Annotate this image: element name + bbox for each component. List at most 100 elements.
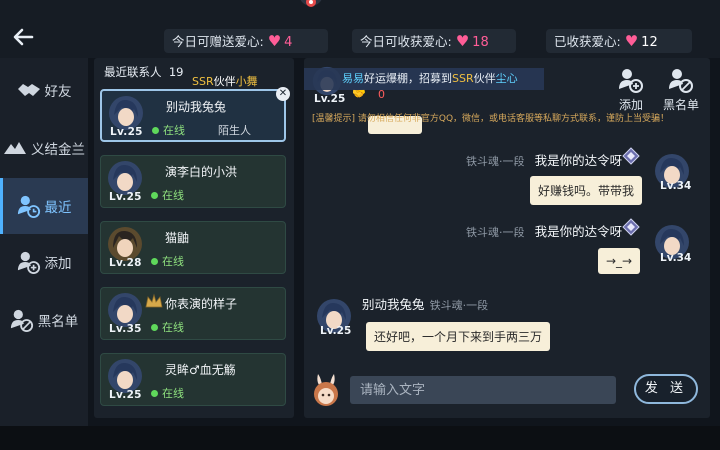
nav-item-friends[interactable]: 好友 [0,62,88,118]
chat-input[interactable] [350,376,616,404]
contact-name: 别动我兔兔 [166,100,227,114]
safety-tip: [温馨提示] 请勿相信任何非官方QQ，微信，或电话客服等私聊方式联系，谨防上当受… [312,114,670,124]
contact-card[interactable]: Lv.28 猫鼬 在线 [100,221,286,274]
level-label: Lv.25 [109,191,142,203]
banner-text: 好运爆棚，招募到 [364,72,452,85]
banner-partner: 尘心 [495,72,518,85]
side-nav: 好友 义结金兰 最近 添加 黑名单 [0,58,88,426]
blacklist-button[interactable]: 黑名单 [656,67,706,112]
ssr-overlay: SSR伙伴小舞 [192,73,258,89]
status-text: 在线 [162,255,184,268]
message-header: 别动我兔兔 铁斗魂·一段 [362,294,488,313]
sender-name: 我是你的达令呀 [534,153,623,168]
add-user-icon [619,69,643,93]
nav-label: 添加 [44,256,72,272]
online-dot-icon [151,257,158,265]
recruit-banner: 易易好运爆棚，招募到SSR伙伴尘心 [304,68,544,90]
rank-crown-icon [145,293,163,308]
sender-name: 别动我兔兔 [362,297,425,312]
heart-icon: ♥ [624,32,639,50]
emoji-bunny-icon[interactable] [308,372,344,408]
message-bubble: 好赚钱吗。带带我 [530,176,643,205]
nav-item-recent[interactable]: 最近 [0,178,88,234]
recent-icon [17,195,41,218]
stat-label: 已收获爱心: [554,34,621,49]
banner-player: 易易 [342,72,364,85]
status-online: 在线 [152,122,185,138]
nav-label: 义结金兰 [31,142,85,158]
nav-label: 黑名单 [37,314,79,330]
level-label: Lv.25 [110,126,143,138]
contact-list-title-text: 最近联系人 [104,65,162,79]
chat-header-level: Lv.25 [314,93,346,105]
add-friend-button[interactable]: 添加 [606,67,656,112]
blacklist-icon [669,69,693,93]
status-text: 在线 [162,189,184,202]
sender-rank: 铁斗魂·一段 [466,155,525,168]
stat-value: 18 [472,35,489,50]
level-label: Lv.34 [660,180,692,192]
contact-count: 19 [168,65,184,79]
contact-card[interactable]: Lv.25 演李白的小洪 在线 [100,155,286,208]
stat-value: 4 [284,35,293,50]
stat-received-hearts: 已收获爱心: ♥ 12 [546,29,692,53]
status-text: 在线 [162,387,184,400]
back-arrow-icon[interactable] [10,26,36,52]
status-online: 在线 [151,253,184,269]
bottom-bar [0,426,720,450]
ssr-overlay-partner: 小舞 [235,75,258,88]
online-dot-icon [152,126,159,134]
blacklist-icon [10,309,34,332]
nav-item-sworn[interactable]: 义结金兰 [0,120,88,176]
nav-item-add[interactable]: 添加 [0,234,88,290]
stat-label: 今日可赠送爱心: [172,34,264,49]
heart-icon: ♥ [267,32,282,50]
online-dot-icon [151,191,158,199]
online-dot-icon [151,389,158,397]
message-header: 铁斗魂·一段 我是你的达令呀 [466,221,622,240]
sender-rank: 铁斗魂·一段 [466,226,525,239]
level-label: Lv.34 [660,252,692,264]
level-label: Lv.25 [320,325,352,337]
contact-card[interactable]: Lv.35 你表演的样子 在线 [100,287,286,340]
close-icon[interactable]: ✕ [276,87,290,101]
level-label: Lv.28 [109,257,142,269]
message-bubble: →_→ [598,248,641,274]
stat-gift-hearts: 今日可赠送爱心: ♥ 4 [164,29,328,53]
rank-badge-icon [622,147,640,165]
status-online: 在线 [151,385,184,401]
banner-ssr: SSR [452,72,474,85]
nav-item-blacklist[interactable]: 黑名单 [0,292,88,348]
rank-badge-icon [622,218,640,236]
add-user-icon [17,251,41,274]
sworn-icon [3,138,27,158]
stat-label: 今日可收获爱心: [360,34,452,49]
sender-rank: 铁斗魂·一段 [429,299,489,312]
handshake-icon [17,80,41,100]
ssr-overlay-ssr: SSR [192,75,214,88]
contact-card[interactable]: Lv.25 别动我兔兔 在线 陌生人 [100,89,286,142]
banner-text2: 伙伴 [473,72,496,85]
status-online: 在线 [151,319,184,335]
status-text: 在线 [162,321,184,334]
level-label: Lv.25 [109,389,142,401]
contact-name: 你表演的样子 [165,297,238,311]
message-bubble: 还好吧，一个月下来到手两三万 [366,322,551,351]
send-button[interactable]: 发 送 [634,374,698,404]
sender-name: 我是你的达令呀 [534,224,623,239]
contact-name: 猫鼬 [165,231,190,245]
heart-icon: ♥ [455,32,470,50]
contact-list-title: 最近联系人 19 [104,64,183,80]
level-label: Lv.35 [109,323,142,335]
nav-label: 好友 [44,84,72,100]
nav-label: 最近 [44,200,72,216]
stranger-tag: 陌生人 [218,124,251,137]
stat-receive-hearts: 今日可收获爱心: ♥ 18 [352,29,516,53]
contact-name: 灵眸♂血无觞 [165,363,236,377]
ssr-overlay-text: 伙伴 [213,75,236,88]
contact-name: 演李白的小洪 [165,165,238,179]
status-text: 在线 [163,124,185,137]
top-avatar [296,0,326,10]
online-dot-icon [151,323,158,331]
contact-card[interactable]: Lv.25 灵眸♂血无觞 在线 [100,353,286,406]
